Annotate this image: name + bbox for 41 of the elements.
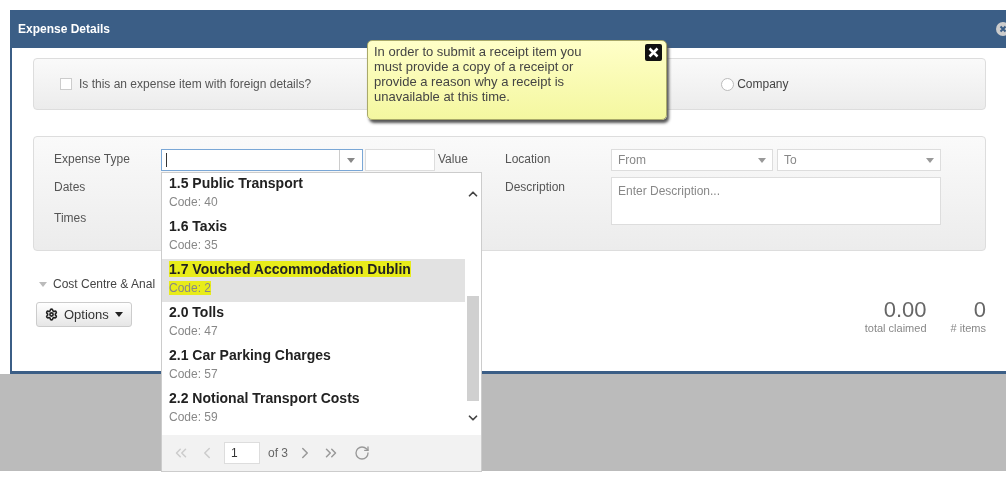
caret-icon	[758, 157, 766, 163]
total-value: 0	[973, 298, 986, 322]
dialog-title: Expense Details	[18, 22, 111, 36]
section-toggle-label[interactable]: Cost Centre & Anal	[53, 277, 156, 291]
radio-button[interactable]	[721, 77, 735, 91]
description-field[interactable]: Enter Description...	[611, 177, 941, 225]
from-select[interactable]: From	[611, 149, 773, 171]
field-label: Dates	[54, 180, 86, 194]
checkbox[interactable]	[60, 78, 72, 90]
dropdown-option[interactable]: 2.2 Notional Transport Costs Code: 59	[162, 388, 465, 431]
total-caption: total claimed	[864, 322, 927, 334]
radio-label: Company	[737, 77, 789, 91]
refresh-icon[interactable]	[354, 445, 370, 461]
to-select[interactable]: To	[777, 149, 941, 171]
page-count: of 3	[268, 446, 288, 460]
dropdown-option[interactable]: 1.7 Vouched Accommodation Dublin Code: 2	[162, 259, 465, 302]
dropdown-option[interactable]: 2.1 Car Parking Charges Code: 57	[162, 345, 465, 388]
caret-icon	[926, 157, 934, 163]
caret-icon	[114, 312, 123, 317]
total-value: 0.00	[883, 298, 927, 322]
options-button[interactable]: Options	[36, 302, 132, 327]
dropdown-option[interactable]: 1.6 Taxis Code: 35	[162, 216, 465, 259]
tooltip-text: In order to submit a receipt item you must provide a copy of a receipt or provide a reason why a receipt is unavailable at this time.	[374, 44, 583, 104]
field-label: Expense Type	[54, 152, 130, 166]
field-label: Location	[505, 152, 551, 166]
page-input[interactable]: 1	[224, 442, 260, 464]
value-input[interactable]	[365, 149, 435, 171]
field-label: Value	[438, 152, 468, 166]
dropdown-option[interactable]: 2.0 Tolls Code: 47	[162, 302, 465, 345]
close-icon[interactable]	[645, 44, 662, 61]
total-caption: # items	[950, 322, 986, 334]
field-label: Description	[505, 180, 566, 194]
caret-icon[interactable]	[39, 281, 47, 287]
field-label: Times	[54, 211, 87, 225]
gear-icon	[45, 308, 58, 321]
text-cursor	[166, 153, 167, 167]
caret-icon	[347, 157, 355, 163]
dropdown-option[interactable]: 1.5 Public Transport Code: 40	[162, 173, 465, 216]
scrollbar-thumb[interactable]	[467, 296, 479, 401]
expense-type-combo[interactable]	[161, 149, 363, 171]
checkbox-label: Is this an expense item with foreign details?	[79, 77, 312, 91]
